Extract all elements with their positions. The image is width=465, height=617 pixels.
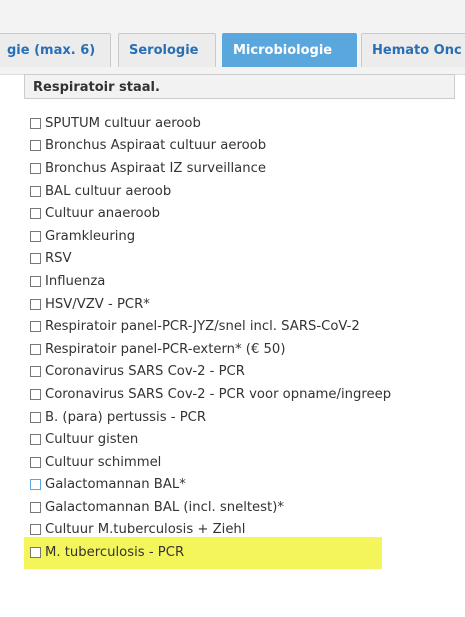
item-label: Coronavirus SARS Cov-2 - PCR <box>45 364 245 380</box>
checkbox[interactable] <box>30 208 41 220</box>
list-item[interactable]: Cultuur M.tuberculosis + Ziehl <box>30 519 455 542</box>
checkbox[interactable] <box>30 343 41 355</box>
list-item[interactable]: M. tuberculosis - PCR <box>30 541 455 564</box>
test-list: SPUTUM cultuur aeroob Bronchus Aspiraat … <box>30 112 455 564</box>
list-item[interactable]: Cultuur gisten <box>30 428 455 451</box>
item-label: Bronchus Aspiraat cultuur aeroob <box>45 138 267 154</box>
list-item[interactable]: B. (para) pertussis - PCR <box>30 406 455 429</box>
checkbox[interactable] <box>30 366 41 378</box>
list-item[interactable]: Gramkleuring <box>30 225 455 248</box>
checkbox[interactable] <box>30 117 41 129</box>
tab-microbiologie[interactable]: Microbiologie <box>222 33 357 67</box>
checkbox[interactable] <box>30 275 41 287</box>
checkbox[interactable] <box>30 411 41 423</box>
list-item[interactable]: Bronchus Aspiraat cultuur aeroob <box>30 135 455 158</box>
list-item[interactable]: RSV <box>30 248 455 271</box>
item-label: RSV <box>45 251 72 267</box>
list-item[interactable]: Coronavirus SARS Cov-2 - PCR voor opname… <box>30 383 455 406</box>
test-panel: Respiratoir staal. SPUTUM cultuur aeroob… <box>24 74 457 617</box>
checkbox[interactable] <box>30 456 41 468</box>
list-item[interactable]: Cultuur schimmel <box>30 451 455 474</box>
item-label: Gramkleuring <box>45 228 136 244</box>
item-label: Bronchus Aspiraat IZ surveillance <box>45 160 266 176</box>
item-label: Coronavirus SARS Cov-2 - PCR voor opname… <box>45 386 392 402</box>
list-item[interactable]: HSV/VZV - PCR* <box>30 293 455 316</box>
list-item[interactable]: BAL cultuur aeroob <box>30 180 455 203</box>
list-item[interactable]: Respiratoir panel-PCR-extern* (€ 50) <box>30 338 455 361</box>
list-item[interactable]: Cultuur anaeroob <box>30 202 455 225</box>
checkbox[interactable] <box>30 140 41 152</box>
item-label: BAL cultuur aeroob <box>45 183 172 199</box>
list-item-highlighted[interactable]: Galactomannan BAL (incl. sneltest)* <box>30 496 455 519</box>
item-label: Cultuur anaeroob <box>45 206 161 222</box>
checkbox[interactable] <box>30 501 41 513</box>
item-label: HSV/VZV - PCR* <box>45 296 150 312</box>
item-label: SPUTUM cultuur aeroob <box>45 115 201 131</box>
list-item[interactable]: Galactomannan BAL* <box>30 474 455 497</box>
checkbox[interactable] <box>30 298 41 310</box>
item-label: M. tuberculosis - PCR <box>45 545 185 561</box>
item-label: Cultuur schimmel <box>45 454 162 470</box>
item-label: Cultuur M.tuberculosis + Ziehl <box>45 522 246 538</box>
item-label: Galactomannan BAL* <box>45 477 186 493</box>
section-header: Respiratoir staal. <box>24 74 455 99</box>
list-item[interactable]: Bronchus Aspiraat IZ surveillance <box>30 157 455 180</box>
checkbox[interactable] <box>30 388 41 400</box>
item-label: Galactomannan BAL (incl. sneltest)* <box>45 499 284 515</box>
checkbox[interactable] <box>30 434 41 446</box>
checkbox[interactable] <box>30 162 41 174</box>
tab-bar: gie (max. 6) Serologie Microbiologie Hem… <box>0 0 465 75</box>
checkbox[interactable] <box>30 321 41 333</box>
checkbox[interactable] <box>30 185 41 197</box>
checkbox[interactable] <box>30 524 41 536</box>
tab-serologie[interactable]: Serologie <box>118 33 216 67</box>
item-label: Cultuur gisten <box>45 432 139 448</box>
list-item[interactable]: Respiratoir panel-PCR-JYZ/snel incl. SAR… <box>30 315 455 338</box>
list-item[interactable]: Coronavirus SARS Cov-2 - PCR <box>30 361 455 384</box>
item-label: Respiratoir panel-PCR-JYZ/snel incl. SAR… <box>45 319 360 335</box>
item-label: Respiratoir panel-PCR-extern* (€ 50) <box>45 341 286 357</box>
item-label: B. (para) pertussis - PCR <box>45 409 207 425</box>
tab-hemato-onco[interactable]: Hemato Onc <box>361 33 465 67</box>
checkbox[interactable] <box>30 547 41 559</box>
checkbox[interactable] <box>30 230 41 242</box>
list-item[interactable]: Influenza <box>30 270 455 293</box>
checkbox[interactable] <box>30 253 41 265</box>
tab-serologie-max[interactable]: gie (max. 6) <box>0 33 111 67</box>
checkbox[interactable] <box>30 479 41 491</box>
list-item[interactable]: SPUTUM cultuur aeroob <box>30 112 455 135</box>
item-label: Influenza <box>45 273 106 289</box>
